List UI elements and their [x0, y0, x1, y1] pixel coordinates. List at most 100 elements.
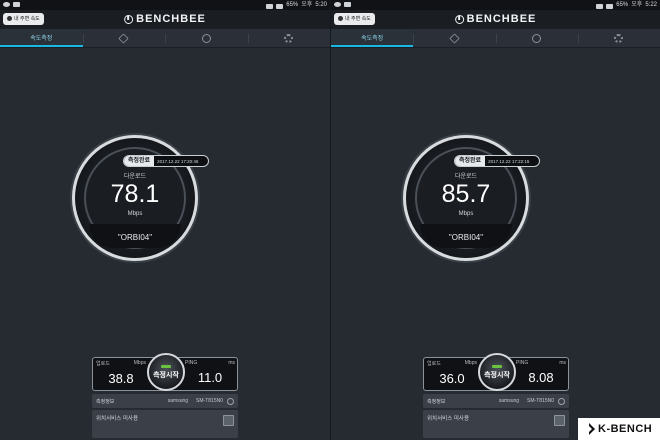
status-bar: 65% 오후 5:22	[331, 0, 660, 10]
results-panel: 업로드 Mbps 36.0 PING ms 8.08 측정시작 측정정보 samsu…	[423, 353, 569, 438]
network-ssid: "ORBI04"	[448, 233, 484, 242]
ping-unit: ms	[228, 360, 235, 366]
clock: 5:20	[315, 2, 327, 8]
tab-settings[interactable]	[247, 29, 331, 47]
nearby-speed-label: 내 주변 속도	[345, 16, 371, 22]
watermark-text: K-BENCH	[598, 423, 653, 435]
start-test-label: 측정시작	[484, 371, 510, 379]
network-ssid: "ORBI04"	[117, 233, 153, 242]
app-header: 내 주변 속도 BENCHBEE	[0, 10, 330, 29]
results-box: 업로드 Mbps 36.0 PING ms 8.08 측정시작	[423, 353, 569, 391]
kbench-logo-icon	[583, 423, 595, 435]
tab-history[interactable]	[413, 29, 495, 47]
location-service-row: 위치서비스 미사용	[423, 410, 569, 438]
upload-result: 업로드 Mbps 36.0	[427, 360, 477, 386]
result-timestamp: 2017.12.22 17:22:15	[488, 158, 530, 164]
tab-speed-test-label: 속도측정	[361, 35, 384, 42]
location-service-label: 위치서비스 미사용	[427, 416, 470, 422]
chevron-right-icon	[558, 397, 565, 405]
result-status-pill: 측정완료 2017.12.22 17:20:46	[123, 155, 209, 167]
app-logo: BENCHBEE	[124, 13, 206, 25]
nearby-speed-button[interactable]: 내 주변 속도	[3, 13, 44, 25]
tab-speed-test[interactable]: 속도측정	[0, 29, 83, 47]
device-info-row[interactable]: 측정정보 samsung SM-T815N0	[423, 394, 569, 408]
start-test-button[interactable]: 측정시작	[147, 353, 185, 391]
location-service-row: 위치서비스 미사용	[92, 410, 238, 438]
status-label: 측정완료	[124, 156, 155, 166]
time-period: 오후	[631, 2, 643, 8]
ping-label: PING	[516, 360, 529, 366]
layers-icon	[449, 32, 460, 44]
ping-result: PING ms 11.0	[185, 360, 235, 385]
download-label: 다운로드	[123, 174, 147, 180]
location-icon	[338, 16, 343, 21]
mute-icon	[596, 3, 604, 9]
result-timestamp: 2017.12.22 17:20:46	[157, 158, 199, 164]
device-model: SM-T815N0	[527, 398, 554, 404]
device-info-label: 측정정보	[96, 398, 115, 405]
wifi-signal-icon	[606, 3, 614, 9]
status-label: 측정완료	[455, 156, 486, 166]
results-box: 업로드 Mbps 38.8 PING ms 11.0 측정시작	[92, 353, 238, 391]
app-header: 내 주변 속도 BENCHBEE	[331, 10, 660, 29]
device-info-row[interactable]: 측정정보 samsung SM-T815N0	[92, 394, 238, 408]
battery-level: 65%	[616, 2, 629, 8]
chat-notification-icon	[3, 2, 10, 7]
download-value: 78.1	[110, 180, 160, 208]
image-notification-icon	[13, 2, 20, 7]
wifi-signal-icon	[276, 3, 284, 9]
device-info-label: 측정정보	[427, 398, 446, 405]
upload-label: 업로드	[96, 361, 110, 367]
download-label: 다운로드	[454, 174, 478, 180]
tab-stats[interactable]	[165, 29, 248, 47]
location-service-label: 위치서비스 미사용	[96, 416, 139, 422]
tab-speed-test[interactable]: 속도측정	[331, 29, 414, 47]
nearby-speed-button[interactable]: 내 주변 속도	[334, 13, 375, 25]
tab-settings[interactable]	[577, 29, 660, 47]
status-bar: 65% 오후 5:20	[0, 0, 330, 10]
clock: 5:22	[645, 2, 657, 8]
location-settings-icon[interactable]	[223, 415, 234, 426]
benchbee-logo-icon	[124, 14, 134, 24]
layers-icon	[118, 32, 129, 44]
ping-label: PING	[185, 360, 198, 366]
download-value: 85.7	[441, 180, 491, 208]
device-brand: samsung	[498, 398, 520, 404]
tab-stats[interactable]	[495, 29, 578, 47]
ping-value: 8.08	[528, 370, 554, 385]
tab-bar: 속도측정	[331, 29, 660, 48]
download-unit: Mbps	[458, 211, 474, 217]
brand-name: BENCHBEE	[136, 13, 206, 25]
tab-speed-test-label: 속도측정	[30, 35, 53, 42]
benchbee-logo-icon	[454, 14, 464, 24]
gauge-icon	[532, 33, 542, 43]
result-status-pill: 측정완료 2017.12.22 17:22:15	[454, 155, 540, 167]
tab-history[interactable]	[82, 29, 166, 47]
battery-level: 65%	[286, 2, 299, 8]
upload-unit: Mbps	[464, 360, 477, 366]
start-test-button[interactable]: 측정시작	[478, 353, 516, 391]
nearby-speed-label: 내 주변 속도	[14, 16, 40, 22]
gauge-icon	[201, 33, 211, 43]
mute-icon	[266, 3, 274, 9]
upload-value: 36.0	[439, 371, 465, 386]
upload-result: 업로드 Mbps 38.8	[96, 360, 146, 386]
results-panel: 업로드 Mbps 38.8 PING ms 11.0 측정시작 측정정보 samsu…	[92, 353, 238, 438]
ping-unit: ms	[559, 360, 566, 366]
location-icon	[7, 16, 12, 21]
ping-result: PING ms 8.08	[516, 360, 566, 385]
upload-unit: Mbps	[133, 360, 146, 366]
location-settings-icon[interactable]	[554, 415, 565, 426]
start-indicator-icon	[492, 364, 502, 368]
tab-bar: 속도측정	[0, 29, 330, 48]
speed-gauge: 측정완료 2017.12.22 17:22:15 다운로드 85.7 Mbps …	[403, 135, 540, 261]
brand-name: BENCHBEE	[466, 13, 537, 25]
time-period: 오후	[301, 2, 313, 8]
start-test-label: 측정시작	[153, 371, 179, 379]
kbench-watermark: K-BENCH	[578, 418, 660, 440]
device-model: SM-T815N0	[196, 398, 223, 404]
ping-value: 11.0	[197, 370, 223, 385]
download-unit: Mbps	[127, 211, 143, 217]
speedtest-screen-1: 65% 오후 5:20 내 주변 속도 BENCHBEE 속도측정 측정완료 2…	[0, 0, 330, 440]
start-indicator-icon	[161, 364, 171, 368]
